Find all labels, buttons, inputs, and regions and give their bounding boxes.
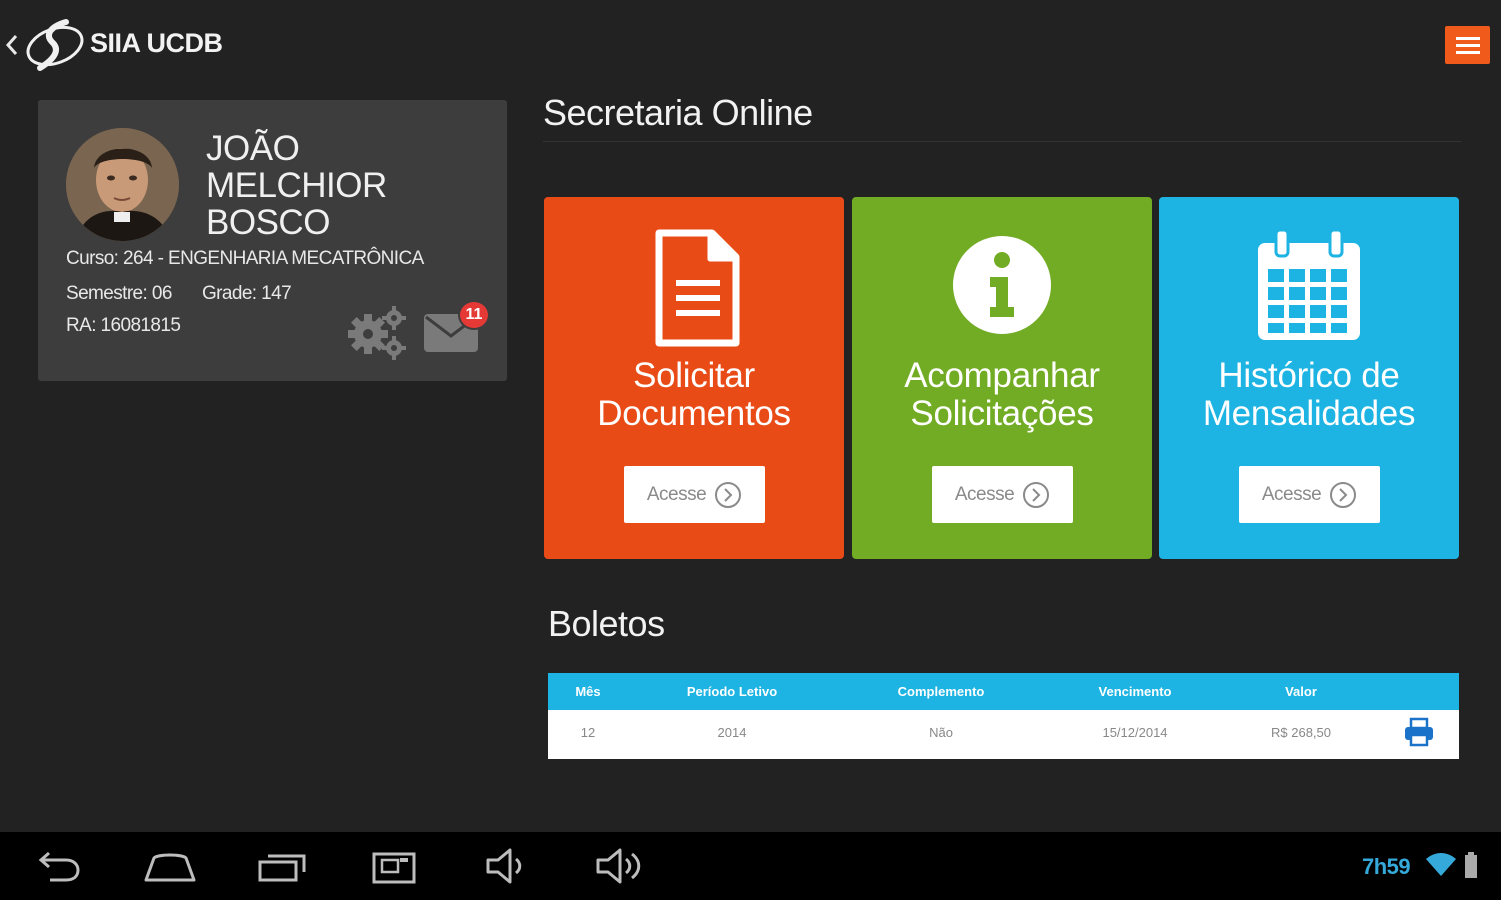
tile-label-line: Solicitações <box>910 394 1094 433</box>
menu-icon-bar <box>1455 50 1480 54</box>
profile-card: JOÃO MELCHIOR BOSCO Curso: 264 - ENGENHA… <box>38 100 507 381</box>
tile-label: Acompanhar Solicitações <box>852 357 1152 433</box>
volume-down-icon[interactable] <box>484 846 530 886</box>
student-name: JOÃO MELCHIOR BOSCO <box>206 130 486 241</box>
cell-mes: 12 <box>580 725 596 740</box>
acesse-button[interactable]: Acesse <box>1239 466 1380 523</box>
ucdb-logo-icon <box>26 19 84 71</box>
back-icon[interactable] <box>32 846 82 886</box>
status-clock: 7h59 <box>1362 854 1411 879</box>
info-icon <box>953 236 1051 334</box>
tile-label-line: Acompanhar <box>904 356 1100 395</box>
menu-icon-bar <box>1455 36 1480 40</box>
arrow-right-circle-icon <box>1330 481 1357 508</box>
tile-label-line: Solicitar <box>633 356 755 395</box>
tile-label: Histórico de Mensalidades <box>1159 357 1459 433</box>
column-header: Vencimento <box>1098 684 1172 699</box>
semester-info: Semestre: 06 <box>66 283 172 304</box>
recent-apps-icon[interactable] <box>256 846 310 886</box>
column-header: Período Letivo <box>686 684 778 699</box>
cell-complemento: Não <box>929 725 953 740</box>
volume-up-icon[interactable] <box>594 846 646 886</box>
table-header: Mês Período Letivo Complemento Venciment… <box>548 673 1459 710</box>
settings-gear-icon[interactable] <box>346 304 408 362</box>
student-name-line: JOÃO <box>206 129 300 168</box>
acesse-button-label: Acesse <box>646 483 707 505</box>
mail-unread-badge: 11 <box>458 300 490 330</box>
screenshot-icon[interactable] <box>370 846 418 886</box>
cell-vencimento: 15/12/2014 <box>1102 725 1168 740</box>
column-header: Valor <box>1285 684 1317 699</box>
system-nav-bar: 7h59 <box>0 832 1501 900</box>
document-icon <box>655 229 740 347</box>
student-name-line: MELCHIOR <box>206 166 387 205</box>
boletos-title: Boletos <box>548 603 665 644</box>
tile-label-line: Histórico de <box>1218 356 1400 395</box>
tile-acompanhar-solicitacoes[interactable]: Acompanhar Solicitações Acesse <box>852 197 1152 559</box>
tile-label-line: Mensalidades <box>1202 394 1416 433</box>
student-name-line: BOSCO <box>206 203 330 242</box>
column-header: Complemento <box>897 684 985 699</box>
app-title: SIIA UCDB <box>90 28 223 58</box>
menu-button[interactable] <box>1445 26 1490 64</box>
acesse-button[interactable]: Acesse <box>624 466 765 523</box>
ra-info: RA: 16081815 <box>66 315 181 336</box>
tile-label: Solicitar Documentos <box>544 357 844 433</box>
course-info: Curso: 264 - ENGENHARIA MECATRÔNICA <box>66 248 424 269</box>
section-divider <box>543 141 1461 142</box>
cell-periodo: 2014 <box>717 725 747 740</box>
tile-historico-mensalidades[interactable]: Histórico de Mensalidades Acesse <box>1159 197 1459 559</box>
acesse-button[interactable]: Acesse <box>932 466 1073 523</box>
secretaria-title: Secretaria Online <box>543 92 813 133</box>
arrow-right-circle-icon <box>1023 481 1050 508</box>
calendar-icon <box>1258 228 1360 340</box>
acesse-button-label: Acesse <box>1261 483 1322 505</box>
boletos-table: Mês Período Letivo Complemento Venciment… <box>548 673 1459 759</box>
avatar <box>66 128 179 241</box>
wifi-icon <box>1426 853 1456 876</box>
tile-label-line: Documentos <box>597 394 791 433</box>
column-header: Mês <box>575 684 601 699</box>
cell-valor: R$ 268,50 <box>1271 725 1331 740</box>
menu-icon-bar <box>1455 43 1480 47</box>
home-icon[interactable] <box>142 846 198 886</box>
back-chevron-icon[interactable] <box>4 30 20 60</box>
tile-solicitar-documentos[interactable]: Solicitar Documentos Acesse <box>544 197 844 559</box>
battery-icon <box>1465 852 1477 878</box>
grade-info: Grade: 147 <box>202 283 292 304</box>
acesse-button-label: Acesse <box>954 483 1015 505</box>
arrow-right-circle-icon <box>715 481 742 508</box>
printer-icon[interactable] <box>1403 717 1435 747</box>
top-bar: SIIA UCDB <box>0 0 1501 90</box>
